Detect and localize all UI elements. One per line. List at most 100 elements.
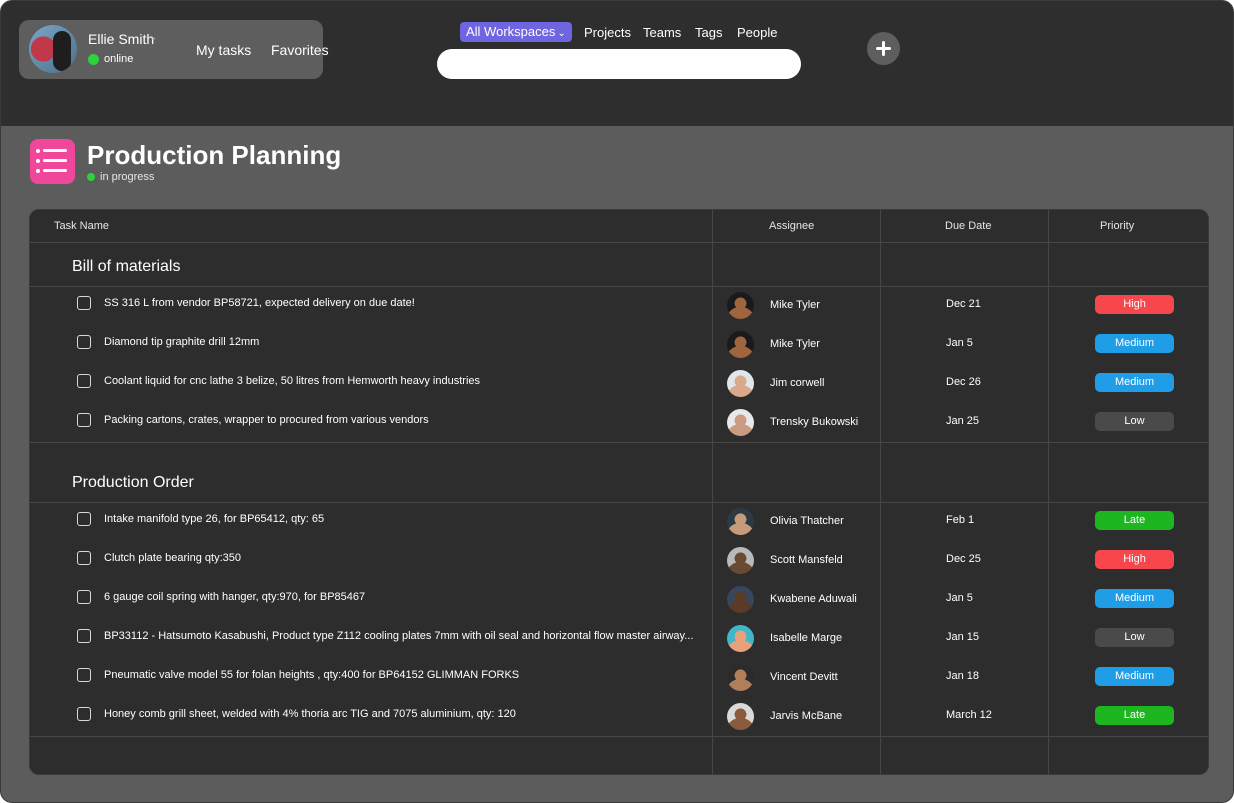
due-date[interactable]: Dec 26 [946,376,981,388]
nav-my-tasks[interactable]: My tasks [196,42,251,58]
section-title: Production Order [72,474,194,491]
priority-badge[interactable]: Late [1095,706,1174,725]
task-checkbox[interactable] [77,668,91,682]
page-title: Production Planning [87,140,342,170]
user-card[interactable]: Ellie Smith ⌄ online My tasks Favorites [19,20,329,79]
task-name[interactable]: Packing cartons, crates, wrapper to proc… [104,414,708,426]
task-name[interactable]: 6 gauge coil spring with hanger, qty:970… [104,591,708,603]
due-date[interactable]: Jan 15 [946,631,979,643]
task-name[interactable]: Coolant liquid for cnc lathe 3 belize, 5… [104,375,708,387]
user-status: online [104,53,134,65]
assignee-name: Mike Tyler [770,338,820,350]
table-row[interactable]: Honey comb grill sheet, welded with 4% t… [30,697,1208,736]
priority-badge[interactable]: Medium [1095,589,1174,608]
assignee-name: Olivia Thatcher [770,515,844,527]
online-status-icon [88,54,99,65]
project-status: in progress [100,171,155,183]
avatar[interactable] [727,331,754,358]
due-date[interactable]: Jan 5 [946,337,973,349]
avatar[interactable] [727,547,754,574]
priority-badge[interactable]: Medium [1095,373,1174,392]
task-checkbox[interactable] [77,374,91,388]
header-task-name[interactable]: Task Name [54,220,109,232]
table-row[interactable]: BP33112 - Hatsumoto Kasabushi, Product t… [30,619,1208,658]
header-assignee[interactable]: Assignee [769,220,814,232]
task-checkbox[interactable] [77,590,91,604]
avatar[interactable] [727,508,754,535]
section-title: Bill of materials [72,258,181,275]
avatar[interactable] [727,664,754,691]
avatar[interactable] [727,586,754,613]
avatar[interactable] [727,625,754,652]
assignee-name: Isabelle Marge [770,632,843,644]
priority-badge[interactable]: Medium [1095,667,1174,686]
priority-badge[interactable]: Low [1095,412,1174,431]
task-name[interactable]: BP33112 - Hatsumoto Kasabushi, Product t… [104,630,708,642]
priority-badge[interactable]: High [1095,295,1174,314]
nav-teams[interactable]: Teams [643,25,681,40]
status-dot-icon [87,173,95,181]
task-checkbox[interactable] [77,296,91,310]
nav-people[interactable]: People [737,25,777,40]
due-date[interactable]: Jan 18 [946,670,979,682]
task-name[interactable]: Intake manifold type 26, for BP65412, qt… [104,513,708,525]
assignee-name: Trensky Bukowski [770,416,859,428]
priority-badge[interactable]: Medium [1095,334,1174,353]
table-row[interactable]: SS 316 L from vendor BP58721, expected d… [30,286,1208,325]
task-checkbox[interactable] [77,707,91,721]
due-date[interactable]: March 12 [946,709,992,721]
app-window: Ellie Smith ⌄ online My tasks Favorites … [0,0,1234,803]
table-row[interactable]: Packing cartons, crates, wrapper to proc… [30,403,1208,442]
task-name[interactable]: Diamond tip graphite drill 12mm [104,336,708,348]
assignee-name: Mike Tyler [770,299,820,311]
user-name: Ellie Smith [88,31,155,47]
nav-tags[interactable]: Tags [695,25,722,40]
table-row[interactable]: Pneumatic valve model 55 for folan heigh… [30,658,1208,697]
priority-badge[interactable]: Low [1095,628,1174,647]
assignee-name: Vincent Devitt [770,671,838,683]
assignee-name: Scott Mansfeld [770,554,843,566]
table-row[interactable]: Clutch plate bearing qty:350 Scott Mansf… [30,541,1208,580]
table-row[interactable]: Diamond tip graphite drill 12mm Mike Tyl… [30,325,1208,364]
due-date[interactable]: Feb 1 [946,514,974,526]
due-date[interactable]: Dec 21 [946,298,981,310]
top-bar: Ellie Smith ⌄ online My tasks Favorites … [1,1,1233,126]
task-checkbox[interactable] [77,413,91,427]
table-row[interactable]: Coolant liquid for cnc lathe 3 belize, 5… [30,364,1208,403]
priority-badge[interactable]: High [1095,550,1174,569]
avatar[interactable] [727,409,754,436]
avatar[interactable] [727,292,754,319]
task-checkbox[interactable] [77,335,91,349]
task-table: Task Name Assignee Due Date Priority Bil… [29,209,1209,775]
priority-badge[interactable]: Late [1095,511,1174,530]
table-row[interactable]: 6 gauge coil spring with hanger, qty:970… [30,580,1208,619]
plus-icon[interactable] [867,32,900,65]
workspace-label: All Workspaces [466,24,556,39]
assignee-name: Jarvis McBane [770,710,843,722]
header-due-date[interactable]: Due Date [945,220,991,232]
nav-projects[interactable]: Projects [584,25,631,40]
task-checkbox[interactable] [77,551,91,565]
chevron-down-icon: ⌄ [557,28,566,39]
user-avatar[interactable] [29,25,77,73]
nav-favorites[interactable]: Favorites [271,42,329,58]
avatar[interactable] [727,370,754,397]
assignee-name: Jim corwell [770,377,825,389]
search-input[interactable] [437,49,801,79]
due-date[interactable]: Dec 25 [946,553,981,565]
workspace-selector[interactable]: All Workspaces ⌄ [460,22,572,42]
assignee-name: Kwabene Aduwali [770,593,857,605]
due-date[interactable]: Jan 5 [946,592,973,604]
task-name[interactable]: Clutch plate bearing qty:350 [104,552,708,564]
task-name[interactable]: Honey comb grill sheet, welded with 4% t… [104,708,708,720]
due-date[interactable]: Jan 25 [946,415,979,427]
avatar[interactable] [727,703,754,730]
task-name[interactable]: SS 316 L from vendor BP58721, expected d… [104,297,708,309]
chevron-down-icon[interactable]: ⌄ [149,32,157,43]
table-row[interactable]: Intake manifold type 26, for BP65412, qt… [30,502,1208,541]
task-name[interactable]: Pneumatic valve model 55 for folan heigh… [104,669,708,681]
header-priority[interactable]: Priority [1100,220,1134,232]
task-checkbox[interactable] [77,629,91,643]
list-icon [30,139,75,184]
task-checkbox[interactable] [77,512,91,526]
